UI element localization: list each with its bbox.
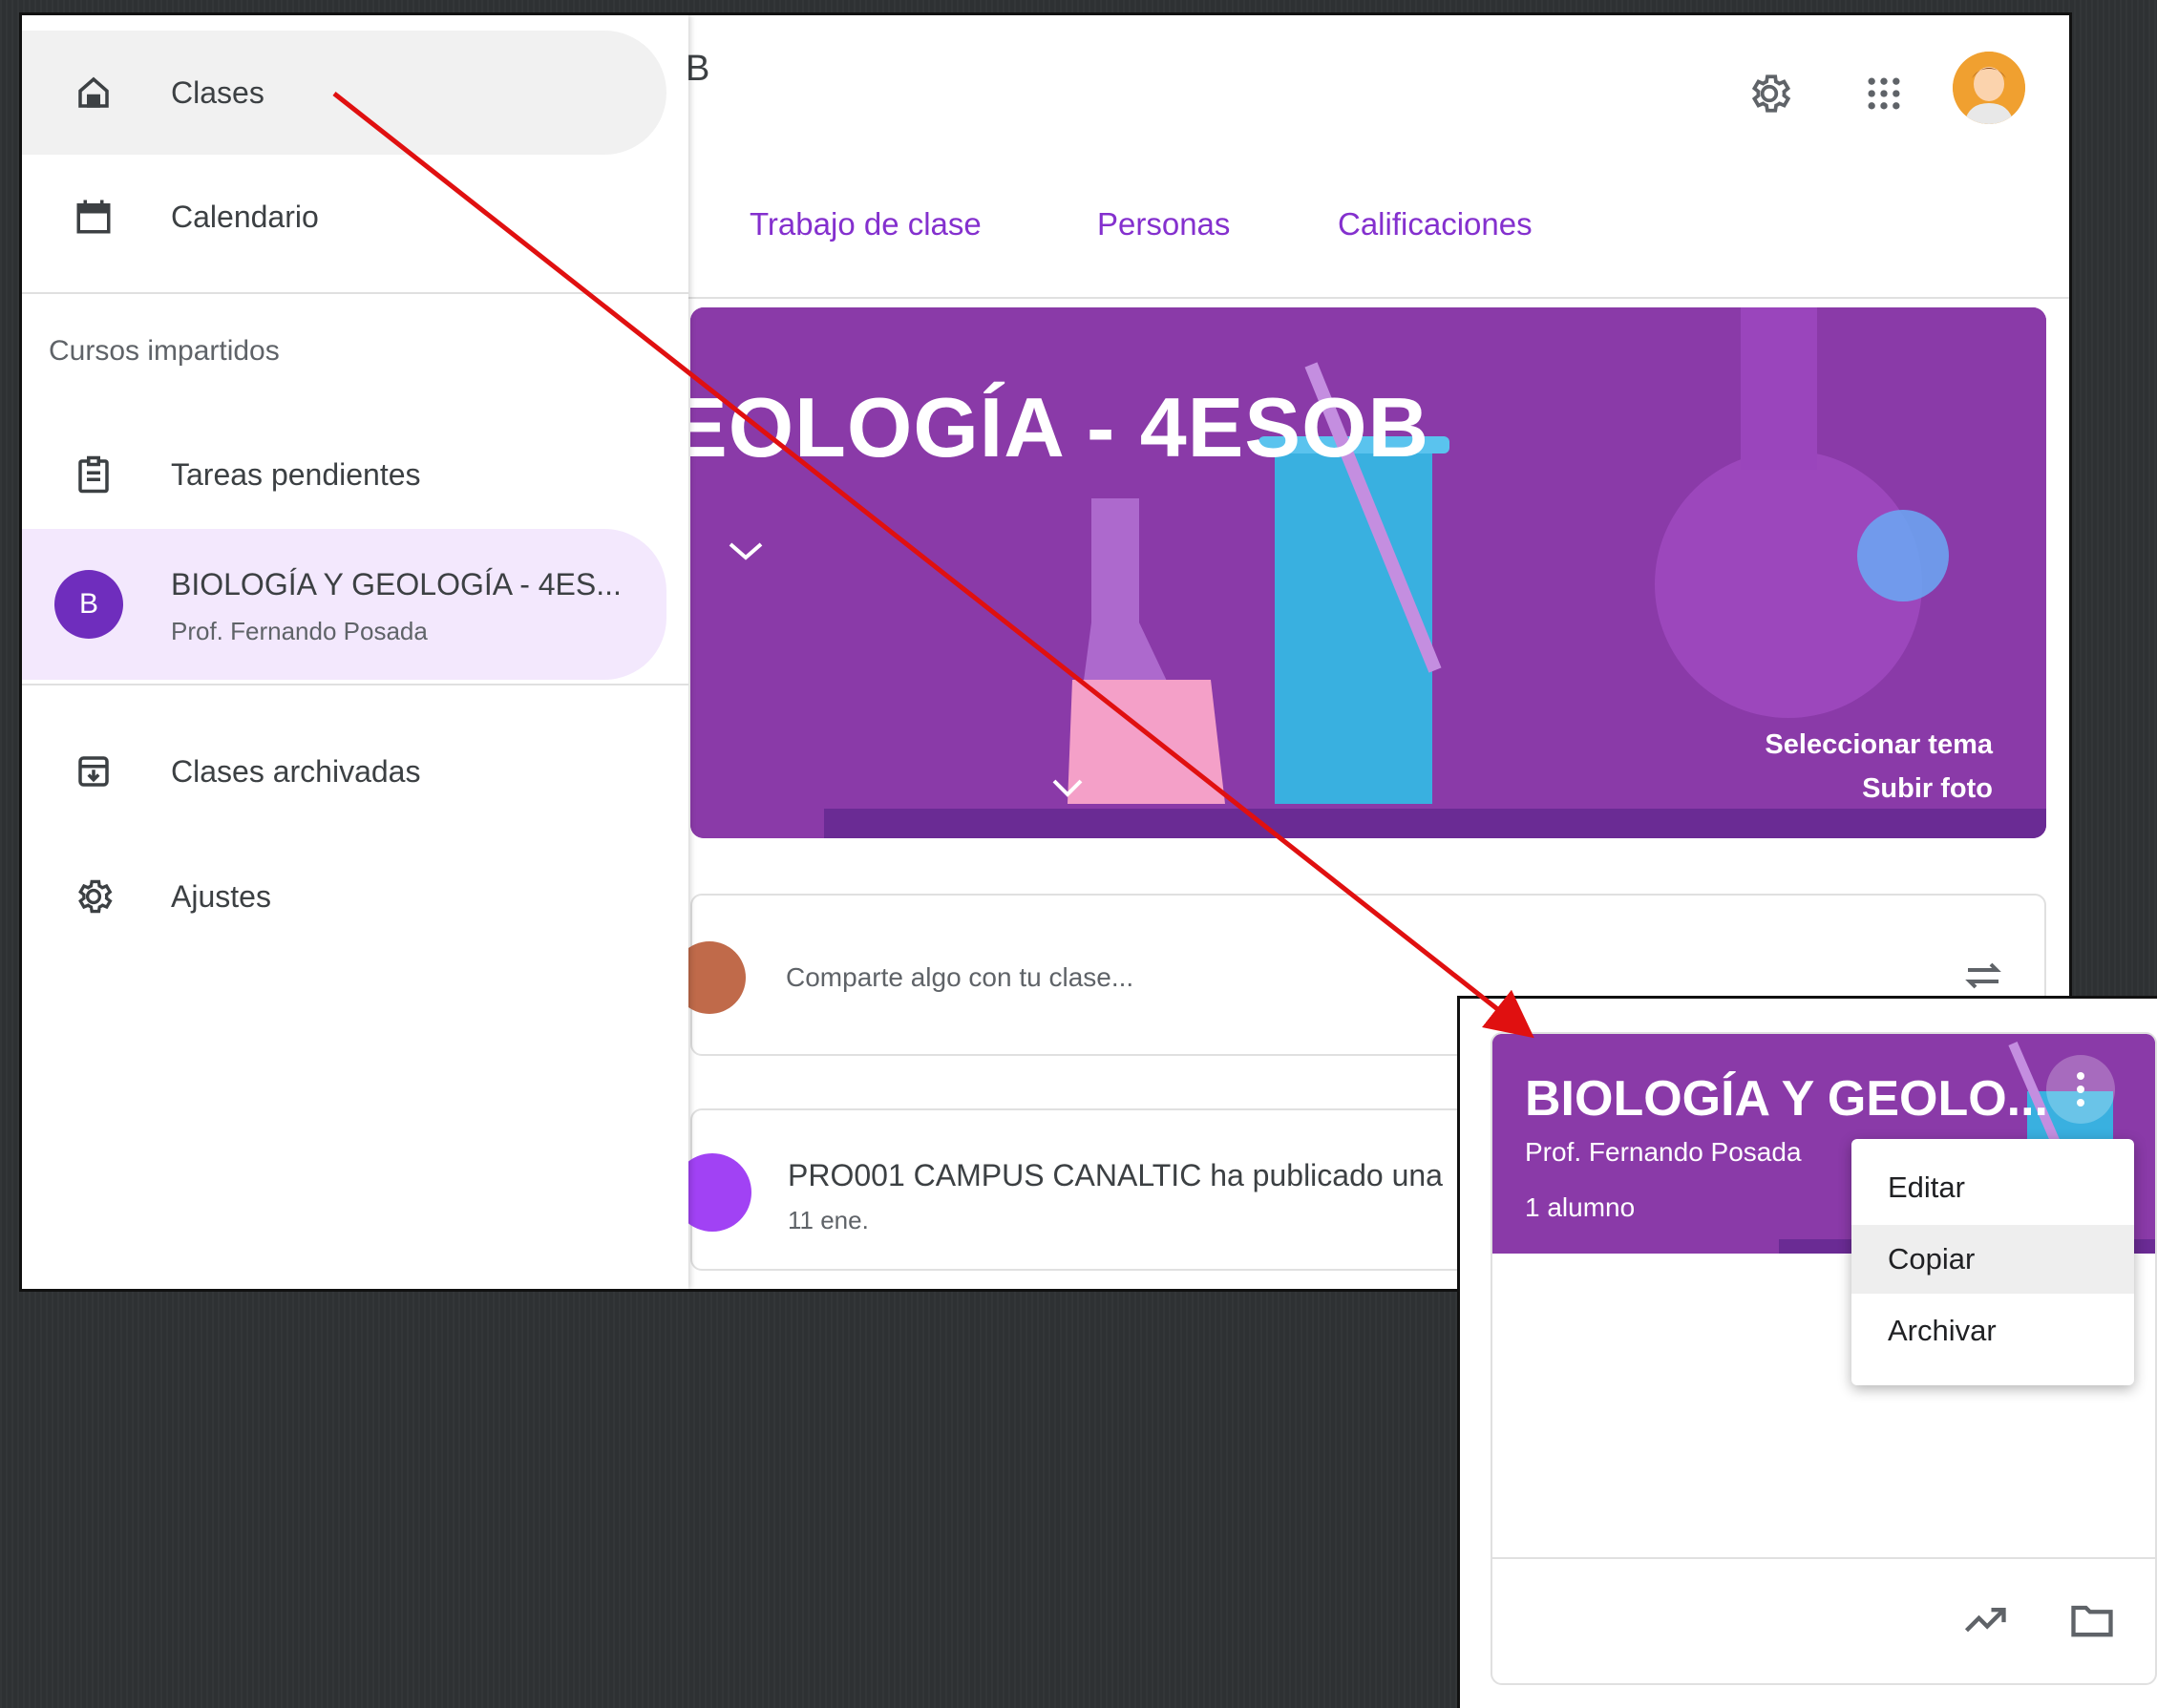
settings-gear-icon[interactable] bbox=[1741, 65, 1798, 122]
nav-label: Clases bbox=[171, 74, 264, 110]
nav-item-classes[interactable]: Clases bbox=[22, 31, 666, 155]
nav-label: Tareas pendientes bbox=[171, 456, 421, 492]
nav-item-calendar[interactable]: Calendario bbox=[22, 155, 666, 279]
zoom-inset: BIOLOGÍA Y GEOLO... Prof. Fernando Posad… bbox=[1457, 996, 2157, 1708]
menu-item-copy[interactable]: Copiar bbox=[1851, 1225, 2134, 1294]
menu-item-edit[interactable]: Editar bbox=[1851, 1153, 2134, 1222]
user-avatar[interactable] bbox=[1953, 52, 2025, 124]
class-card-teacher: Prof. Fernando Posada bbox=[1525, 1137, 1802, 1167]
apps-grid-icon[interactable] bbox=[1855, 65, 1913, 122]
chevron-down-icon[interactable] bbox=[1048, 773, 1087, 802]
nav-label: Ajustes bbox=[171, 878, 271, 914]
class-card-title[interactable]: BIOLOGÍA Y GEOLO... bbox=[1525, 1070, 2048, 1128]
class-card[interactable]: BIOLOGÍA Y GEOLO... Prof. Fernando Posad… bbox=[1491, 1032, 2157, 1685]
archive-icon bbox=[70, 748, 117, 795]
settings-gear-icon bbox=[70, 873, 117, 920]
class-options-menu: Editar Copiar Archivar bbox=[1851, 1139, 2134, 1385]
tab-grades[interactable]: Calificaciones bbox=[1338, 206, 1533, 242]
tab-classwork[interactable]: Trabajo de clase bbox=[750, 206, 982, 242]
menu-item-archive[interactable]: Archivar bbox=[1851, 1297, 2134, 1365]
nav-label: Calendario bbox=[171, 199, 319, 234]
class-banner: EOLOGÍA - 4ESOB Seleccionar tema Subir f… bbox=[690, 307, 2046, 838]
class-title-fragment: B bbox=[686, 49, 710, 89]
nav-item-settings[interactable]: Ajustes bbox=[22, 834, 666, 959]
class-card-students: 1 alumno bbox=[1525, 1192, 1636, 1222]
stream-item-title: PRO001 CAMPUS CANALTIC ha publicado una bbox=[788, 1158, 1443, 1192]
folder-icon[interactable] bbox=[2067, 1595, 2117, 1650]
upload-photo-link[interactable]: Subir foto bbox=[1862, 773, 1993, 805]
divider bbox=[22, 684, 688, 685]
course-initial-avatar: B bbox=[54, 570, 123, 639]
select-theme-link[interactable]: Seleccionar tema bbox=[1765, 729, 1993, 761]
tab-people[interactable]: Personas bbox=[1097, 206, 1230, 242]
section-taught-courses: Cursos impartidos bbox=[49, 335, 280, 367]
card-footer-divider bbox=[1492, 1557, 2155, 1559]
assignment-list-icon bbox=[70, 451, 117, 498]
more-options-icon[interactable] bbox=[2046, 1055, 2115, 1124]
share-placeholder: Comparte algo con tu clase... bbox=[786, 962, 1134, 992]
navigation-drawer: Clases Calendario Cursos impartidos Tare… bbox=[22, 15, 688, 1289]
nav-item-course[interactable]: B BIOLOGÍA Y GEOLOGÍA - 4ES... Prof. Fer… bbox=[22, 529, 666, 680]
nav-label: Clases archivadas bbox=[171, 753, 421, 789]
divider bbox=[22, 292, 688, 294]
nav-item-todo[interactable]: Tareas pendientes bbox=[22, 412, 666, 537]
course-teacher: Prof. Fernando Posada bbox=[171, 617, 428, 645]
stream-item-date: 11 ene. bbox=[788, 1206, 869, 1234]
calendar-icon bbox=[70, 193, 117, 241]
course-name: BIOLOGÍA Y GEOLOGÍA - 4ES... bbox=[171, 567, 622, 601]
home-icon bbox=[70, 69, 117, 116]
banner-class-title: EOLOGÍA - 4ESOB bbox=[690, 380, 1430, 474]
nav-item-archived[interactable]: Clases archivadas bbox=[22, 709, 666, 833]
trending-up-icon[interactable] bbox=[1960, 1595, 2010, 1650]
